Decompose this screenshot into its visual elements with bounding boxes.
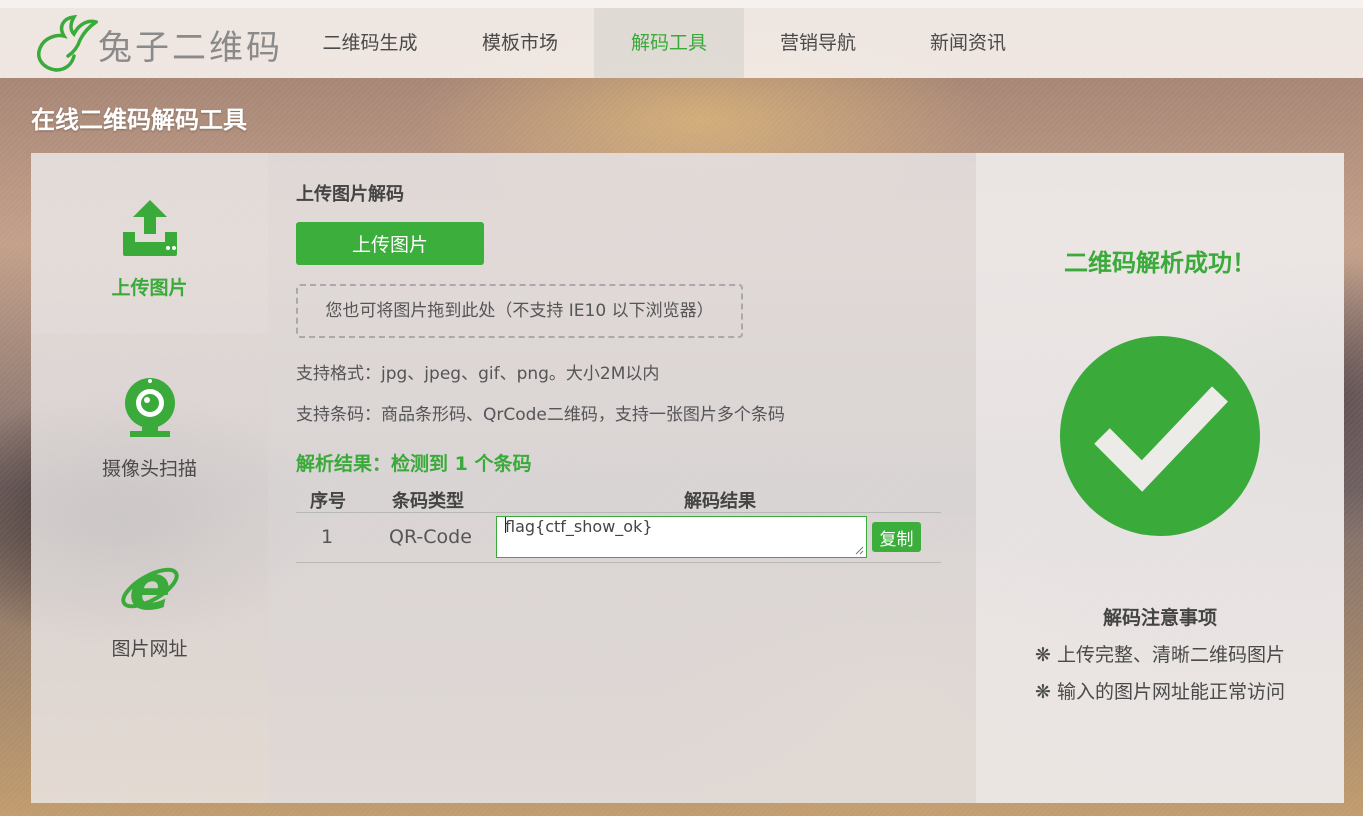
upload-content: 上传图片解码 上传图片 您也可将图片拖到此处（不支持 IE10 以下浏览器） 支… bbox=[268, 153, 976, 803]
success-check-icon bbox=[1060, 336, 1260, 536]
resize-grip-icon[interactable] bbox=[855, 546, 864, 555]
result-table: 序号 条码类型 解码结果 1 QR-Code flag{ctf_show_ok}… bbox=[296, 487, 941, 563]
drop-zone[interactable]: 您也可将图片拖到此处（不支持 IE10 以下浏览器） bbox=[296, 284, 743, 338]
row-code-type: QR-Code bbox=[389, 526, 472, 548]
nav-item-decode-tool[interactable]: 解码工具 bbox=[594, 8, 744, 78]
text-caret bbox=[505, 517, 506, 533]
rabbit-logo-icon bbox=[37, 14, 98, 72]
result-title: 解析结果：检测到 1 个条码 bbox=[296, 453, 532, 475]
success-message: 二维码解析成功！ bbox=[1064, 249, 1256, 277]
decode-result-value: flag{ctf_show_ok} bbox=[505, 517, 653, 536]
nav-item-news[interactable]: 新闻资讯 bbox=[898, 8, 1038, 78]
sidebar-item-label: 摄像头扫描 bbox=[101, 458, 197, 480]
table-row: 1 QR-Code flag{ctf_show_ok} 复制 bbox=[296, 513, 941, 563]
top-strip bbox=[0, 0, 1363, 8]
webcam-icon bbox=[31, 377, 268, 439]
table-header: 序号 条码类型 解码结果 bbox=[296, 487, 941, 513]
sidebar-item-label: 图片网址 bbox=[111, 638, 188, 660]
row-index: 1 bbox=[321, 526, 334, 548]
brand-name: 兔子二维码 bbox=[98, 27, 283, 68]
nav-item-marketing-nav[interactable]: 营销导航 bbox=[748, 8, 888, 78]
sidebar-item-upload[interactable]: 上传图片 bbox=[31, 153, 268, 333]
ie-browser-icon: e bbox=[31, 555, 268, 621]
sidebar-item-image-url[interactable]: e 图片网址 bbox=[31, 513, 268, 693]
codes-hint: 支持条码：商品条形码、QrCode二维码，支持一张图片多个条码 bbox=[296, 405, 785, 425]
upload-title: 上传图片解码 bbox=[296, 184, 404, 205]
logo[interactable]: 兔子二维码 bbox=[34, 14, 283, 74]
status-panel: 二维码解析成功！ 解码注意事项 ❋ 上传完整、清晰二维码图片 ❋ 输入的图片网址… bbox=[976, 153, 1344, 803]
formats-hint: 支持格式：jpg、jpeg、gif、png。大小2M以内 bbox=[296, 364, 660, 384]
column-header-result: 解码结果 bbox=[684, 491, 756, 512]
page-title: 在线二维码解码工具 bbox=[31, 106, 247, 134]
svg-text:e: e bbox=[128, 555, 170, 621]
sidebar-item-webcam[interactable]: 摄像头扫描 bbox=[31, 333, 268, 513]
sidebar-item-label: 上传图片 bbox=[111, 277, 188, 299]
notice-item: ❋ 上传完整、清晰二维码图片 bbox=[1035, 644, 1285, 666]
notice-title: 解码注意事项 bbox=[1102, 607, 1217, 629]
decode-panel: 上传图片 摄像头扫描 e 图片网址 上传图片解码 上传图片 您也可将图片拖到此处… bbox=[31, 153, 1344, 803]
decode-result-textarea[interactable]: flag{ctf_show_ok} bbox=[496, 516, 867, 558]
upload-image-button[interactable]: 上传图片 bbox=[296, 222, 484, 265]
top-nav: 兔子二维码 二维码生成 模板市场 解码工具 营销导航 新闻资讯 bbox=[0, 8, 1363, 78]
sidebar: 上传图片 摄像头扫描 e 图片网址 bbox=[31, 153, 268, 803]
copy-button[interactable]: 复制 bbox=[872, 522, 921, 552]
upload-icon bbox=[31, 198, 268, 258]
column-header-index: 序号 bbox=[310, 491, 346, 512]
column-header-type: 条码类型 bbox=[392, 491, 464, 512]
nav-item-template-market[interactable]: 模板市场 bbox=[450, 8, 590, 78]
nav-item-qr-generate[interactable]: 二维码生成 bbox=[300, 8, 440, 78]
notice-item: ❋ 输入的图片网址能正常访问 bbox=[1035, 681, 1285, 703]
